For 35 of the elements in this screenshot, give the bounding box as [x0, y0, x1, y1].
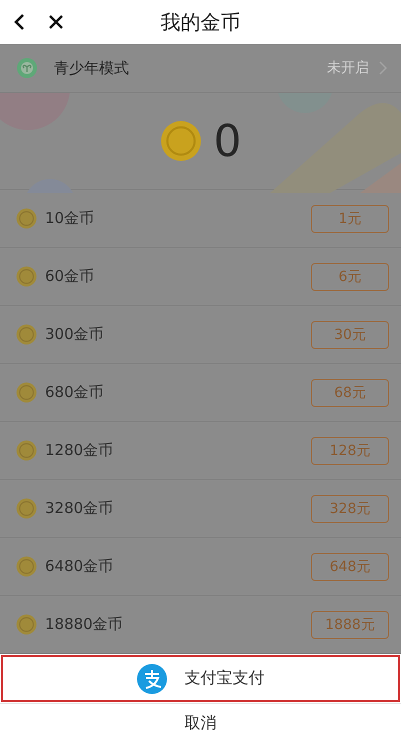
- alipay-icon: [136, 664, 166, 694]
- coin-amount: 680金币: [45, 383, 105, 402]
- coin-icon: [16, 208, 37, 229]
- coin-amount: 1280金币: [45, 441, 114, 460]
- coin-amount: 300金币: [45, 325, 105, 344]
- coin-amount: 3280金币: [45, 499, 114, 518]
- coin-amount: 6480金币: [45, 557, 114, 576]
- coin-icon: [16, 440, 37, 461]
- coin-icon: [16, 498, 37, 519]
- coin-icon: [16, 382, 37, 403]
- back-button[interactable]: [12, 13, 26, 31]
- coin-amount: 10金币: [45, 209, 96, 228]
- coin-icon: [16, 614, 37, 635]
- page-title: 我的金币: [160, 10, 240, 34]
- coin-amount: 60金币: [45, 267, 96, 286]
- price-button[interactable]: 328元: [311, 494, 389, 522]
- sprout-icon: [16, 57, 38, 79]
- youth-mode-status: 未开启: [327, 59, 369, 77]
- close-button[interactable]: [48, 14, 64, 30]
- chevron-icon: [379, 61, 387, 75]
- price-button[interactable]: 6元: [311, 262, 389, 290]
- price-button[interactable]: 30元: [311, 320, 389, 348]
- alipay-option[interactable]: 支付宝支付: [0, 654, 401, 703]
- coin-icon: [160, 120, 202, 162]
- coin-amount: 18880金币: [45, 615, 124, 634]
- youth-mode-label: 青少年模式: [54, 58, 130, 78]
- price-button[interactable]: 1元: [311, 204, 389, 232]
- coin-icon: [16, 324, 37, 345]
- price-button[interactable]: 128元: [311, 436, 389, 464]
- coin-balance: 0: [214, 116, 242, 166]
- price-button[interactable]: 68元: [311, 378, 389, 406]
- coin-icon: [16, 266, 37, 287]
- coin-icon: [16, 556, 37, 577]
- price-button[interactable]: 1888元: [311, 610, 389, 638]
- price-button[interactable]: 648元: [311, 552, 389, 580]
